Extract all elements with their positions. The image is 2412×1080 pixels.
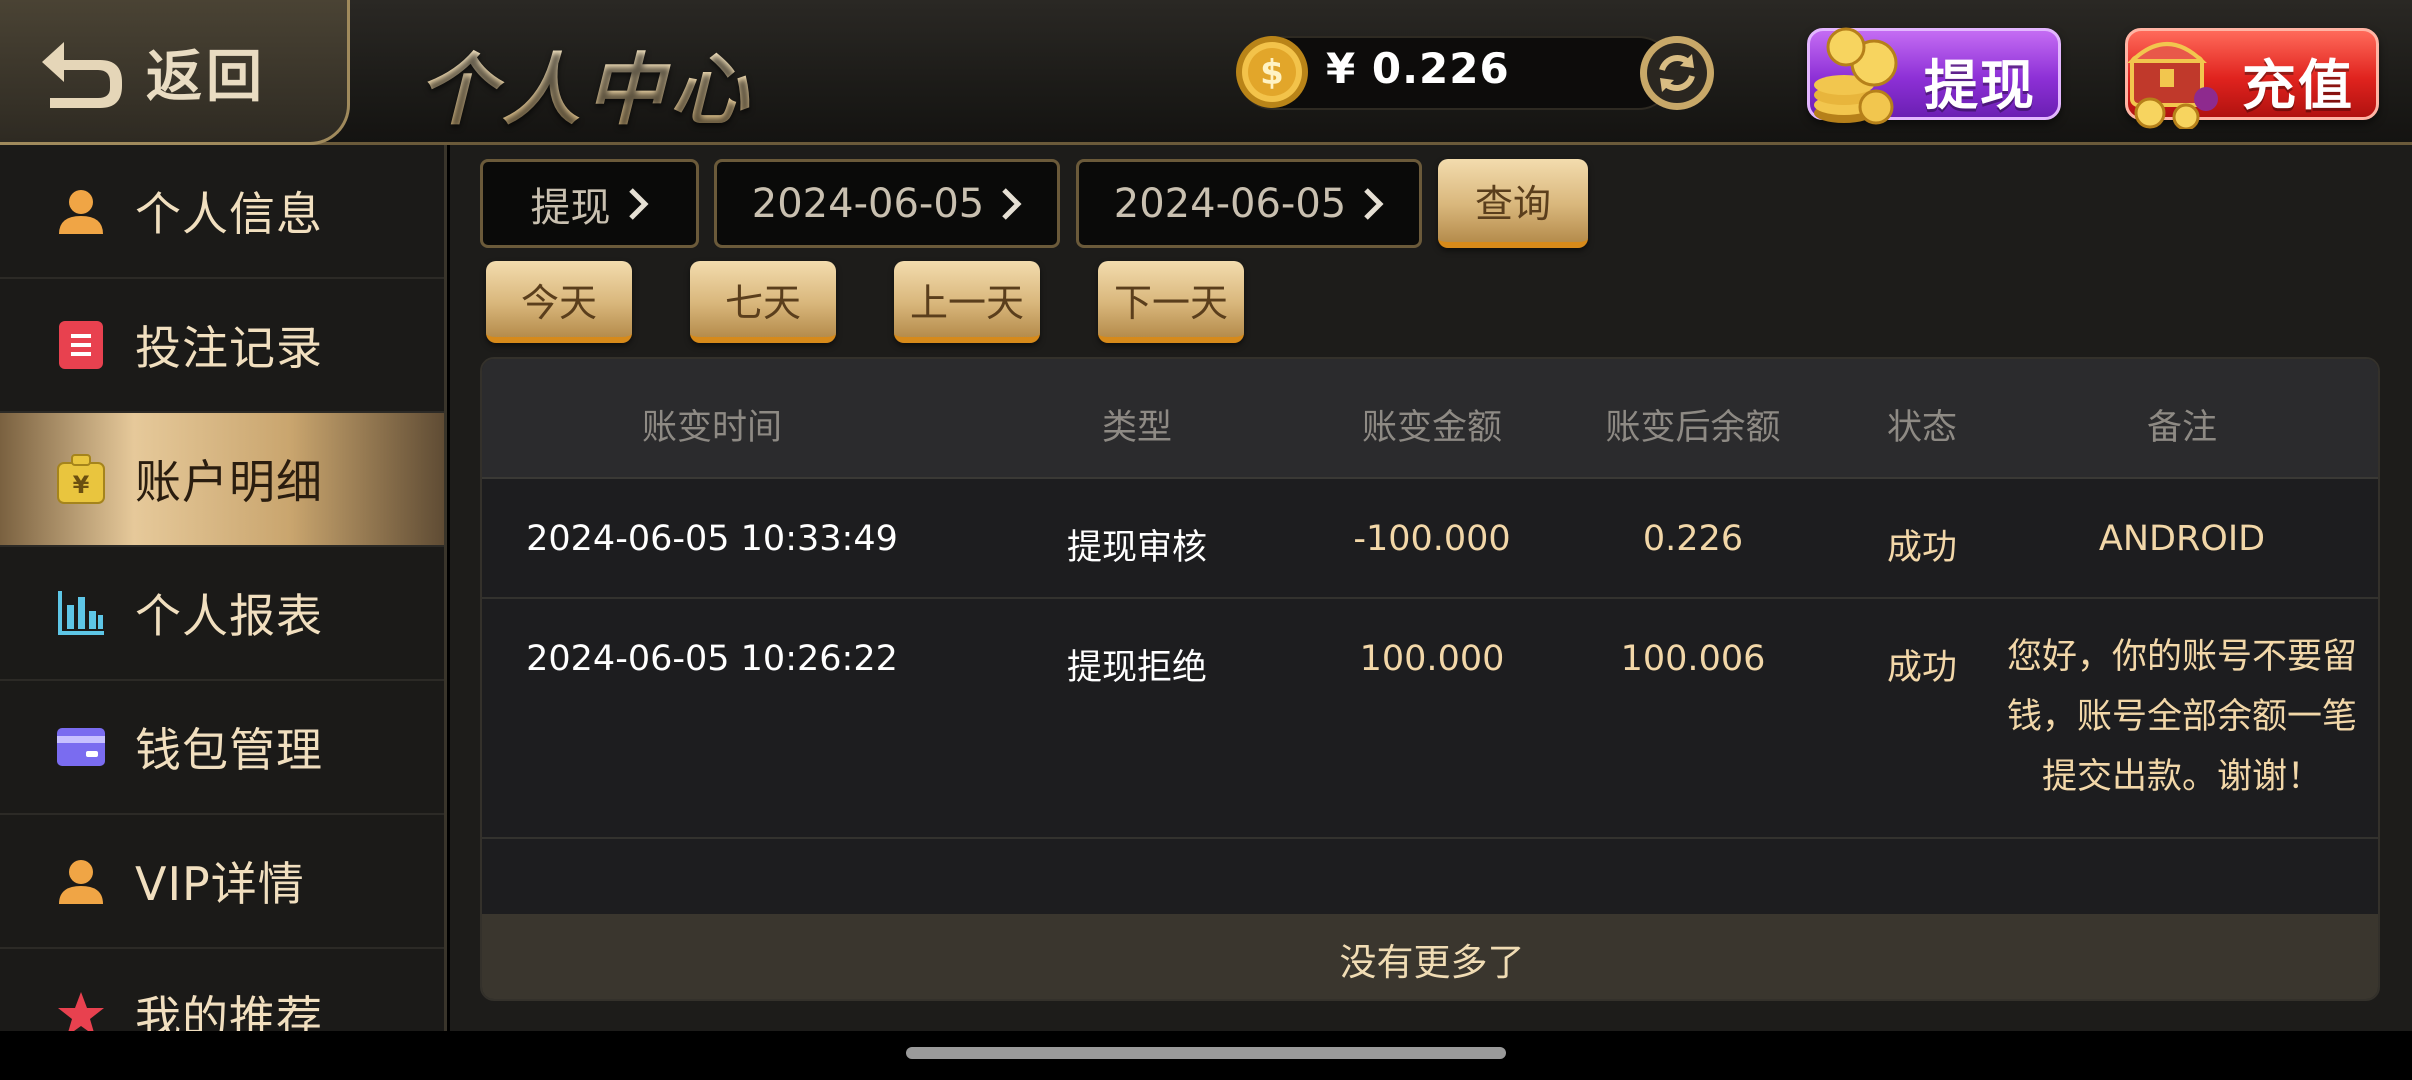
type-select[interactable]: 提现 — [480, 159, 699, 248]
card-icon — [54, 720, 108, 774]
table-row[interactable]: 2024-06-05 10:26:22 提现拒绝 100.000 100.006… — [482, 599, 2378, 839]
top-header: 返回 个人中心 $ ¥ 0.226 提现 充值 — [0, 0, 2412, 145]
document-icon — [54, 318, 108, 372]
coin-icon: $ — [1236, 36, 1308, 108]
query-label: 查询 — [1474, 182, 1551, 226]
sidebar-item-account-details[interactable]: ¥ 账户明细 — [0, 413, 444, 547]
type-select-value: 提现 — [530, 184, 611, 231]
sidebar-item-vip[interactable]: VIP详情 — [0, 815, 444, 949]
end-date-select[interactable]: 2024-06-05 — [1076, 159, 1422, 248]
cell-balance: 0.226 — [1642, 519, 1744, 559]
column-header-amount: 账变金额 — [1361, 408, 1503, 448]
no-more-footer: 没有更多了 — [482, 914, 2378, 999]
cell-amount: 100.000 — [1359, 639, 1505, 679]
cell-balance: 100.006 — [1620, 639, 1766, 679]
sidebar-item-profile[interactable]: 个人信息 — [0, 145, 444, 279]
sidebar-item-label: 账户明细 — [135, 455, 323, 509]
sidebar: 个人信息 投注记录 ¥ 账户明细 个人报表 钱包管理 VIP详情 我的推荐 — [0, 145, 447, 1031]
end-date-value: 2024-06-05 — [1113, 180, 1347, 227]
table-row[interactable]: 2024-06-05 10:33:49 提现审核 -100.000 0.226 … — [482, 479, 2378, 599]
withdraw-button[interactable]: 提现 — [1807, 27, 2061, 125]
main-content: 提现 2024-06-05 2024-06-05 查询 今天 七天 上一天 下一… — [450, 145, 2412, 1031]
next-day-button[interactable]: 下一天 — [1098, 261, 1244, 343]
yuan-bag-icon: ¥ — [54, 452, 108, 506]
previous-day-label: 上一天 — [909, 280, 1024, 325]
refresh-icon[interactable] — [1638, 34, 1716, 112]
svg-text:¥: ¥ — [73, 471, 90, 499]
sidebar-item-label: 我的推荐 — [135, 991, 323, 1031]
system-nav-bar — [0, 1031, 2412, 1080]
today-label: 今天 — [520, 280, 597, 325]
column-header-time: 账变时间 — [641, 408, 783, 448]
cell-time: 2024-06-05 10:26:22 — [526, 639, 898, 679]
back-arrow-icon — [42, 42, 122, 108]
coins-icon — [1814, 27, 1898, 125]
withdraw-label: 提现 — [1924, 54, 2036, 117]
column-header-note: 备注 — [2146, 408, 2218, 448]
sidebar-item-label: 个人报表 — [135, 589, 323, 643]
back-button[interactable]: 返回 — [0, 0, 350, 145]
start-date-value: 2024-06-05 — [751, 180, 985, 227]
sidebar-item-wallet[interactable]: 钱包管理 — [0, 681, 444, 815]
table-header: 账变时间 类型 账变金额 账变后余额 状态 备注 — [482, 359, 2378, 479]
cell-status: 成功 — [1886, 648, 1958, 688]
seven-days-button[interactable]: 七天 — [690, 261, 836, 343]
cell-status: 成功 — [1886, 528, 1958, 568]
start-date-select[interactable]: 2024-06-05 — [714, 159, 1060, 248]
home-indicator[interactable] — [906, 1047, 1506, 1059]
sidebar-item-label: 钱包管理 — [135, 723, 323, 777]
transactions-table: 账变时间 类型 账变金额 账变后余额 状态 备注 2024-06-05 10:3… — [480, 357, 2380, 1001]
chevron-right-icon — [1002, 187, 1022, 220]
sidebar-item-label: 个人信息 — [135, 187, 323, 241]
user-icon — [54, 184, 108, 238]
cell-note: 您好，你的账号不要留钱，账号全部余额一笔提交出款。谢谢！ — [2006, 637, 2357, 797]
sidebar-item-personal-report[interactable]: 个人报表 — [0, 547, 444, 681]
column-header-status: 状态 — [1886, 408, 1958, 448]
query-button[interactable]: 查询 — [1438, 159, 1588, 248]
sidebar-item-referral[interactable]: 我的推荐 — [0, 949, 444, 1031]
chevron-right-icon — [628, 187, 649, 220]
user-icon — [54, 854, 108, 908]
page-title: 个人中心 — [418, 28, 754, 140]
star-icon — [54, 988, 108, 1031]
sidebar-item-label: 投注记录 — [135, 321, 323, 375]
previous-day-button[interactable]: 上一天 — [894, 261, 1040, 343]
recharge-label: 充值 — [2242, 54, 2354, 117]
recharge-button[interactable]: 充值 — [2125, 28, 2379, 129]
svg-text:$: $ — [1260, 53, 1284, 93]
chevron-right-icon — [1364, 187, 1384, 220]
cell-type: 提现审核 — [1066, 528, 1208, 568]
cell-type: 提现拒绝 — [1066, 648, 1208, 688]
cell-amount: -100.000 — [1353, 519, 1511, 559]
bar-chart-icon — [54, 586, 108, 640]
treasure-chest-icon — [2127, 42, 2218, 129]
back-label: 返回 — [146, 44, 266, 110]
next-day-label: 下一天 — [1113, 280, 1228, 325]
today-button[interactable]: 今天 — [486, 261, 632, 343]
column-header-type: 类型 — [1101, 408, 1173, 448]
seven-days-label: 七天 — [724, 280, 801, 325]
column-header-balance: 账变后余额 — [1605, 408, 1781, 448]
balance-amount: ¥ 0.226 — [1326, 44, 1510, 93]
no-more-label: 没有更多了 — [1339, 940, 1525, 984]
sidebar-item-label: VIP详情 — [135, 857, 305, 911]
sidebar-item-bet-records[interactable]: 投注记录 — [0, 279, 444, 413]
cell-note: ANDROID — [2098, 519, 2266, 559]
cell-time: 2024-06-05 10:33:49 — [526, 519, 898, 559]
